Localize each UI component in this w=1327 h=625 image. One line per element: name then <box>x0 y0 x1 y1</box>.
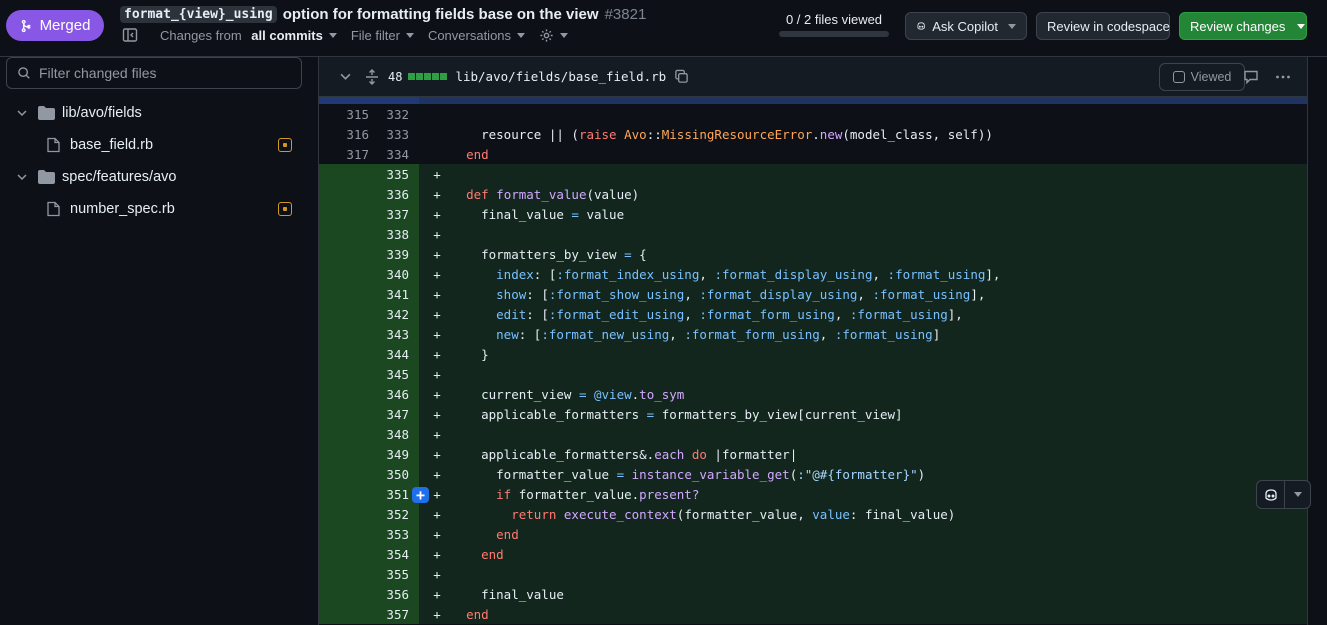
chevron-down-icon <box>517 32 526 38</box>
diff-line-added: 339 + formatters_by_view = { <box>319 244 1307 264</box>
diff-file-header: 48 lib/avo/fields/base_field.rb Viewed <box>319 57 1307 97</box>
filter-files-field[interactable] <box>6 57 302 89</box>
git-merge-icon <box>21 19 31 32</box>
file-icon <box>47 201 60 217</box>
diff-line-added: 350 + formatter_value = instance_variable… <box>319 464 1307 484</box>
diff-lines: 315 332 316 333 resource || (raise Avo::Mi… <box>319 104 1307 624</box>
diff-line-added: 352 + return execute_context(formatter_va… <box>319 504 1307 524</box>
diff-line-added: 353 + end <box>319 524 1307 544</box>
diff-line-added: 351 + if formatter_value.present? + <box>319 484 1307 504</box>
diff-line: 315 332 <box>319 104 1307 124</box>
tree-folder-spec-features-avo[interactable]: spec/features/avo <box>0 163 310 191</box>
hunk-expand-gutter[interactable] <box>319 97 419 104</box>
diff-line-added: 345 + <box>319 364 1307 384</box>
file-path[interactable]: lib/avo/fields/base_field.rb <box>455 69 666 84</box>
diff-toolbar: Changes from all commits File filter Con… <box>122 27 569 43</box>
chevron-down-icon <box>560 32 569 38</box>
hunk-separator[interactable] <box>319 97 1307 104</box>
merged-label: Merged <box>39 17 91 34</box>
files-viewed-progress <box>779 31 889 37</box>
file-modified-icon <box>278 202 292 216</box>
changes-count: 48 <box>388 69 403 84</box>
sidebar-toggle-icon[interactable] <box>122 27 138 43</box>
diff-line-added: 336 + def format_value(value) <box>319 184 1307 204</box>
chevron-down-icon <box>328 32 337 38</box>
file-icon <box>47 137 60 153</box>
changes-from-dropdown[interactable]: Changes from all commits <box>160 28 337 43</box>
review-in-codespace-button[interactable]: Review in codespace <box>1036 12 1170 40</box>
expand-all-icon[interactable] <box>365 68 379 85</box>
copilot-floating-button[interactable] <box>1256 480 1311 509</box>
tree-folder-lib-avo-fields[interactable]: lib/avo/fields <box>0 99 310 127</box>
comment-icon[interactable] <box>1243 69 1259 85</box>
copilot-icon <box>917 22 925 30</box>
merged-status-badge: Merged <box>6 10 104 41</box>
add-comment-button[interactable]: + <box>412 487 429 503</box>
copilot-icon <box>1264 488 1277 501</box>
folder-icon <box>38 106 55 120</box>
file-filter-dropdown[interactable]: File filter <box>351 28 414 43</box>
gear-icon <box>540 28 553 42</box>
diffstat-added-block <box>408 73 416 80</box>
copilot-dropdown[interactable] <box>1285 481 1310 508</box>
copy-icon[interactable] <box>674 69 689 84</box>
chevron-down-icon <box>405 32 414 38</box>
diffstat-bar <box>408 73 448 80</box>
viewed-checkbox-button[interactable]: Viewed <box>1159 63 1245 91</box>
file-modified-icon <box>278 138 292 152</box>
diff-line: 316 333 resource || (raise Avo::MissingRe… <box>319 124 1307 144</box>
diff-line-added: 340 + index: [:format_index_using, :forma… <box>319 264 1307 284</box>
diffstat-added-block <box>432 73 440 80</box>
diff-line-added: 354 + end <box>319 544 1307 564</box>
diff-line-added: 346 + current_view = @view.to_sym <box>319 384 1307 404</box>
diff-line-added: 348 + <box>319 424 1307 444</box>
diff-line-added: 356 + final_value <box>319 584 1307 604</box>
diff-line-added: 335 + <box>319 164 1307 184</box>
folder-icon <box>38 170 55 184</box>
diff-line-added: 355 + <box>319 564 1307 584</box>
tree-file-base-field[interactable]: base_field.rb <box>0 131 310 159</box>
pr-title-text: option for formatting fields base on the… <box>282 6 599 23</box>
file-tree-sidebar: lib/avo/fields base_field.rb spec/featur… <box>0 57 310 625</box>
diff-line-added: 338 + <box>319 224 1307 244</box>
diff-line-added: 344 + } <box>319 344 1307 364</box>
conversations-dropdown[interactable]: Conversations <box>428 28 526 43</box>
diff-line-added: 349 + applicable_formatters&.each do |for… <box>319 444 1307 464</box>
settings-dropdown[interactable] <box>539 28 569 43</box>
files-viewed-text: 0 / 2 files viewed <box>785 12 883 27</box>
chevron-down-icon <box>17 174 27 181</box>
filter-files-input[interactable] <box>39 65 279 81</box>
diff-line-added: 343 + new: [:format_new_using, :format_fo… <box>319 324 1307 344</box>
diff-line-added: 337 + final_value = value <box>319 204 1307 224</box>
diffstat-added-block <box>416 73 424 80</box>
pr-title-code: format_{view}_using <box>120 6 277 23</box>
diff-line-added: 342 + edit: [:format_edit_using, :format_… <box>319 304 1307 324</box>
chevron-down-icon <box>1297 23 1306 29</box>
checkbox-icon <box>1172 71 1185 83</box>
kebab-menu-icon[interactable] <box>1275 69 1291 85</box>
diff-panel: 48 lib/avo/fields/base_field.rb Viewed 3… <box>318 57 1308 625</box>
tree-file-number-spec[interactable]: number_spec.rb <box>0 195 310 223</box>
review-changes-button[interactable]: Review changes <box>1179 12 1307 40</box>
diff-line-added: 341 + show: [:format_show_using, :format_… <box>319 284 1307 304</box>
diffstat-added-block <box>440 73 448 80</box>
chevron-down-icon <box>1008 23 1016 29</box>
pr-header: Merged format_{view}_using option for fo… <box>0 0 1327 57</box>
diff-line-added: 357 + end <box>319 604 1307 624</box>
chevron-down-icon <box>1293 492 1302 497</box>
ask-copilot-button[interactable]: Ask Copilot <box>905 12 1027 40</box>
search-icon <box>18 67 30 79</box>
diffstat-added-block <box>424 73 432 80</box>
pr-number[interactable]: #3821 <box>605 6 647 23</box>
pr-title: format_{view}_using option for formattin… <box>120 6 646 23</box>
chevron-down-icon <box>17 110 27 117</box>
chevron-down-icon[interactable] <box>340 71 351 82</box>
diff-line-added: 347 + applicable_formatters = formatters_… <box>319 404 1307 424</box>
diff-line: 317 334 end <box>319 144 1307 164</box>
copilot-action[interactable] <box>1257 481 1285 508</box>
